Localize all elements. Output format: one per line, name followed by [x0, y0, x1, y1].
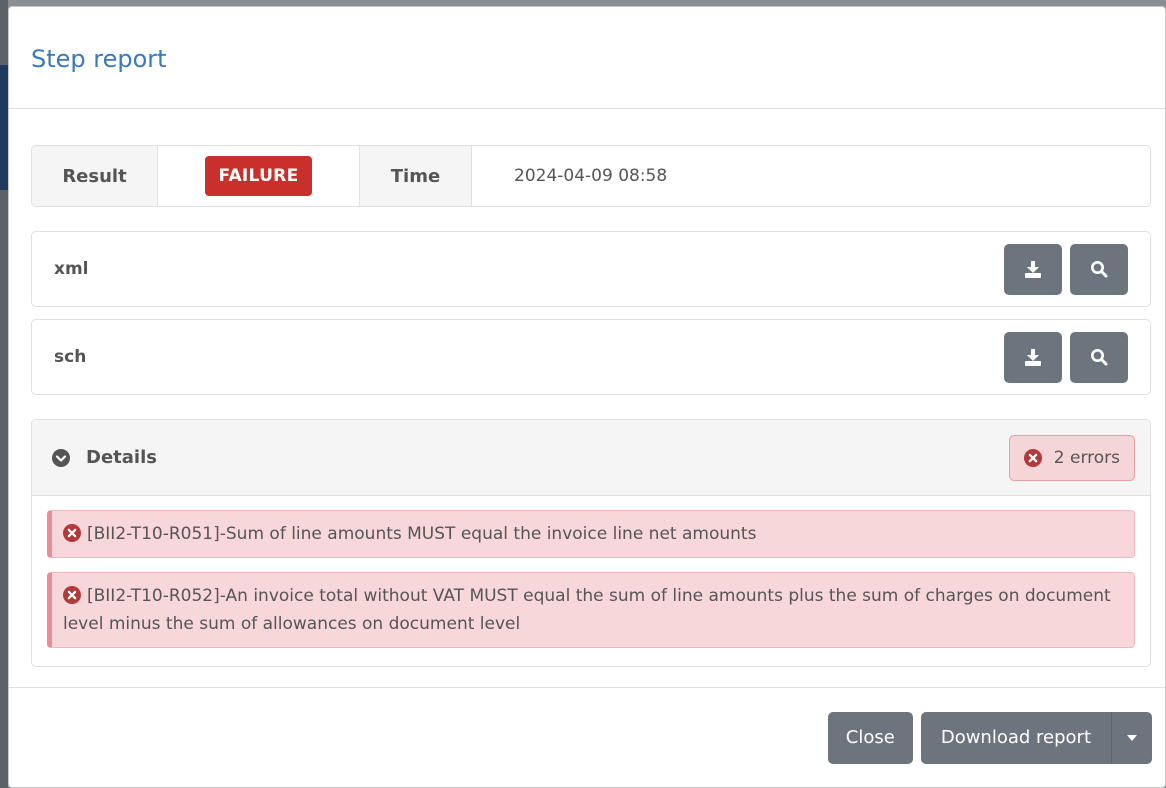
time-label: Time — [360, 146, 472, 206]
error-count: 2 errors — [1053, 447, 1120, 468]
download-button[interactable] — [1004, 243, 1062, 295]
file-actions — [1004, 331, 1128, 383]
file-row-sch: sch — [31, 319, 1151, 395]
download-report-split-button: Download report — [920, 711, 1152, 764]
error-count-badge[interactable]: 2 errors — [1008, 434, 1135, 481]
error-item: [BII2-T10-R052]-An invoice total without… — [47, 572, 1135, 648]
download-icon — [1025, 260, 1041, 278]
chevron-down-circle-icon — [52, 448, 70, 467]
view-button[interactable] — [1070, 243, 1128, 295]
error-item: [BII2-T10-R051]-Sum of line amounts MUST… — [47, 510, 1135, 558]
dialog-title: Step report — [31, 45, 167, 73]
result-label: Result — [32, 146, 158, 206]
download-button[interactable] — [1004, 331, 1062, 383]
error-text: [BII2-T10-R051]-Sum of line amounts MUST… — [87, 524, 757, 544]
result-cell: FAILURE — [158, 146, 360, 206]
details-title: Details — [86, 447, 157, 468]
error-circle-icon — [63, 524, 81, 542]
file-name: sch — [54, 347, 87, 367]
search-icon — [1091, 261, 1108, 278]
download-options-toggle[interactable] — [1111, 711, 1152, 764]
view-button[interactable] — [1070, 331, 1128, 383]
result-summary: Result FAILURE Time 2024-04-09 08:58 — [31, 145, 1151, 207]
close-button[interactable]: Close — [827, 711, 913, 764]
details-toggle[interactable]: Details — [52, 447, 157, 468]
dialog-body: Result FAILURE Time 2024-04-09 08:58 xml — [9, 109, 1165, 667]
file-row-xml: xml — [31, 231, 1151, 307]
caret-down-icon — [1127, 734, 1137, 741]
time-value: 2024-04-09 08:58 — [514, 166, 668, 186]
dialog-header: Step report — [9, 7, 1165, 109]
details-panel: Details 2 errors [BII2-T10-R051]-Sum of … — [31, 419, 1151, 667]
details-body: [BII2-T10-R051]-Sum of line amounts MUST… — [32, 496, 1150, 648]
details-header[interactable]: Details 2 errors — [32, 420, 1150, 496]
page-backdrop — [0, 0, 8, 788]
file-name: xml — [54, 259, 89, 279]
dialog-footer: Close Download report — [9, 687, 1165, 787]
download-report-button[interactable]: Download report — [920, 711, 1111, 764]
step-report-dialog: Step report Result FAILURE Time 2024-04-… — [8, 6, 1166, 788]
time-cell: 2024-04-09 08:58 — [472, 146, 1150, 206]
error-circle-icon — [1023, 448, 1042, 467]
error-circle-icon — [63, 586, 81, 604]
download-icon — [1025, 348, 1041, 366]
search-icon — [1091, 349, 1108, 366]
file-actions — [1004, 243, 1128, 295]
status-badge: FAILURE — [204, 156, 313, 196]
error-text: [BII2-T10-R052]-An invoice total without… — [63, 586, 1111, 634]
